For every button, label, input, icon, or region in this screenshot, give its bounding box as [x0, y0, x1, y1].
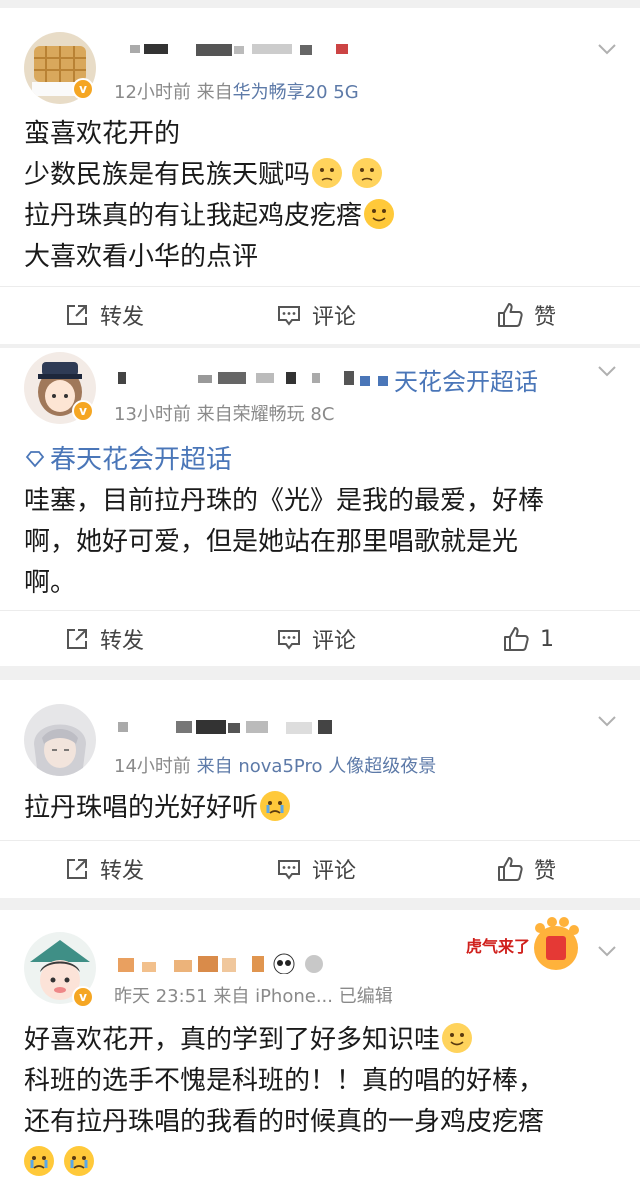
repost-icon — [67, 629, 87, 649]
like-button[interactable]: 赞 — [496, 287, 556, 343]
content-line: 还有拉丹珠唱的我看的时候真的一身鸡皮疙瘩 — [24, 1107, 545, 1137]
post-time: 12小时前 — [114, 82, 191, 103]
post-meta: 13小时前 来自荣耀畅玩 8C — [114, 400, 334, 426]
verified-badge: v — [72, 986, 94, 1008]
content-line: 少数民族是有民族天赋吗 — [24, 155, 620, 196]
content-line: 科班的选手不愧是科班的！！真的唱的好棒， — [24, 1066, 545, 1096]
crying-face-emoji — [24, 1146, 54, 1176]
repost-label: 转发 — [100, 629, 145, 654]
repost-button[interactable]: 转发 — [64, 841, 144, 897]
blushing-face-emoji — [442, 1023, 473, 1053]
post-card: v 昨天 23:51 来自 iPhone... 已编辑 虎气来了 好喜欢花开，真… — [0, 910, 640, 1184]
action-bar: 转发 评论 赞 — [0, 286, 640, 342]
tiger-year-sticker: 虎气来了 — [464, 914, 584, 984]
content-text: 拉丹珠真的有让我起鸡皮疙瘩 — [24, 201, 363, 231]
post-source[interactable]: 来自 iPhone... — [213, 986, 333, 1007]
repost-label: 转发 — [100, 305, 145, 330]
repost-icon — [67, 859, 87, 879]
post-content: 拉丹珠唱的光好好听 — [24, 788, 620, 829]
comment-button[interactable]: 评论 — [276, 841, 356, 897]
crying-face-emoji — [64, 1146, 95, 1176]
sad-face-emoji — [352, 158, 383, 188]
post-source[interactable]: 来自 nova5Pro 人像超级夜景 — [197, 756, 437, 777]
like-count: 1 — [540, 626, 554, 652]
post-header: 14小时前 来自 nova5Pro 人像超级夜景 — [0, 680, 640, 784]
username-redacted — [118, 718, 338, 734]
verified-badge: v — [72, 78, 94, 100]
content-text: 拉丹珠唱的光好好听 — [24, 793, 259, 823]
verified-badge: v — [72, 400, 94, 422]
like-button[interactable]: 赞 — [496, 841, 556, 897]
thumbs-up-icon — [498, 303, 523, 327]
username-redacted — [130, 42, 350, 56]
comment-button[interactable]: 评论 — [276, 611, 356, 667]
post-card: v 天花会开超话 13小时前 来自荣耀畅玩 8C 春天花会开超话 哇塞，目前拉丹… — [0, 348, 640, 666]
post-content: 蛮喜欢花开的 少数民族是有民族天赋吗 拉丹珠真的有让我起鸡皮疙瘩 大喜欢看小华的… — [24, 114, 620, 278]
post-header: v 天花会开超话 13小时前 来自荣耀畅玩 8C — [0, 348, 640, 452]
post-meta: 昨天 23:51 来自 iPhone... 已编辑 — [114, 982, 393, 1008]
post-time: 14小时前 — [114, 756, 191, 777]
post-card: 14小时前 来自 nova5Pro 人像超级夜景 拉丹珠唱的光好好听 转发 评论… — [0, 680, 640, 898]
comment-label: 评论 — [312, 859, 357, 884]
content-line: 哇塞，目前拉丹珠的《光》是我的最爱，好棒 — [24, 486, 545, 516]
like-label: 赞 — [534, 859, 557, 884]
post-header: v 昨天 23:51 来自 iPhone... 已编辑 虎气来了 — [0, 910, 640, 1014]
sticker-text: 虎气来了 — [466, 937, 530, 956]
content-line: 啊。 — [24, 568, 77, 598]
comment-label: 评论 — [312, 629, 357, 654]
action-bar: 转发 评论 1 — [0, 610, 640, 666]
post-meta: 12小时前 来自华为畅享20 5G — [114, 78, 359, 104]
chevron-down-icon[interactable] — [596, 940, 618, 962]
like-button[interactable]: 1 — [502, 611, 554, 667]
comment-button[interactable]: 评论 — [276, 287, 356, 343]
avatar[interactable] — [24, 704, 96, 776]
topic-text: 春天花会开超话 — [50, 445, 233, 475]
comment-icon — [278, 630, 300, 650]
repost-button[interactable]: 转发 — [64, 287, 144, 343]
post-source[interactable]: 华为畅享20 5G — [233, 82, 359, 103]
content-line: 拉丹珠真的有让我起鸡皮疙瘩 — [24, 196, 620, 237]
smile-face-emoji — [364, 199, 395, 229]
username-redacted — [118, 952, 328, 975]
content-line: 大喜欢看小华的点评 — [24, 242, 259, 272]
topic-link[interactable]: 春天花会开超话 — [24, 440, 620, 481]
content-text: 好喜欢花开，真的学到了好多知识哇 — [24, 1025, 441, 1055]
crying-face-emoji — [260, 791, 291, 821]
diamond-icon — [25, 451, 45, 468]
username-redacted — [118, 370, 358, 385]
action-bar: 转发 评论 赞 — [0, 840, 640, 896]
post-content: 好喜欢花开，真的学到了好多知识哇 科班的选手不愧是科班的！！真的唱的好棒， 还有… — [24, 1020, 620, 1184]
thumbs-up-icon — [504, 627, 529, 651]
post-header: v 12小时前 来自华为畅享20 5G — [0, 8, 640, 112]
repost-label: 转发 — [100, 859, 145, 884]
edited-label: 已编辑 — [338, 986, 393, 1007]
content-line: 拉丹珠唱的光好好听 — [24, 788, 620, 829]
source-prefix: 来自 — [196, 82, 233, 103]
content-line — [24, 1143, 620, 1184]
post-time: 昨天 23:51 — [114, 986, 208, 1007]
supertopic-name: 天花会开超话 — [394, 368, 538, 396]
chevron-down-icon[interactable] — [596, 710, 618, 732]
supertopic-tag[interactable]: 天花会开超话 — [360, 362, 538, 397]
post-time: 13小时前 — [114, 404, 191, 425]
content-text: 少数民族是有民族天赋吗 — [24, 160, 311, 190]
repost-icon — [67, 305, 87, 325]
comment-icon — [278, 306, 300, 326]
comment-label: 评论 — [312, 305, 357, 330]
chevron-down-icon[interactable] — [596, 360, 618, 382]
content-line: 啊，她好可爱，但是她站在那里唱歌就是光 — [24, 527, 519, 557]
sad-face-emoji — [312, 158, 343, 188]
post-card: v 12小时前 来自华为畅享20 5G 蛮喜欢花开的 少数民族是有民族天赋吗 拉… — [0, 8, 640, 344]
content-line: 好喜欢花开，真的学到了好多知识哇 — [24, 1020, 620, 1061]
like-label: 赞 — [534, 305, 557, 330]
weibo-feed: v 12小时前 来自华为畅享20 5G 蛮喜欢花开的 少数民族是有民族天赋吗 拉… — [0, 0, 640, 1184]
repost-button[interactable]: 转发 — [64, 611, 144, 667]
post-source[interactable]: 来自荣耀畅玩 8C — [197, 404, 335, 425]
thumbs-up-icon — [498, 857, 523, 881]
content-line: 蛮喜欢花开的 — [24, 119, 181, 149]
comment-icon — [278, 860, 300, 880]
chevron-down-icon[interactable] — [596, 38, 618, 60]
post-meta: 14小时前 来自 nova5Pro 人像超级夜景 — [114, 752, 436, 778]
post-content: 春天花会开超话 哇塞，目前拉丹珠的《光》是我的最爱，好棒 啊，她好可爱，但是她站… — [24, 440, 620, 604]
